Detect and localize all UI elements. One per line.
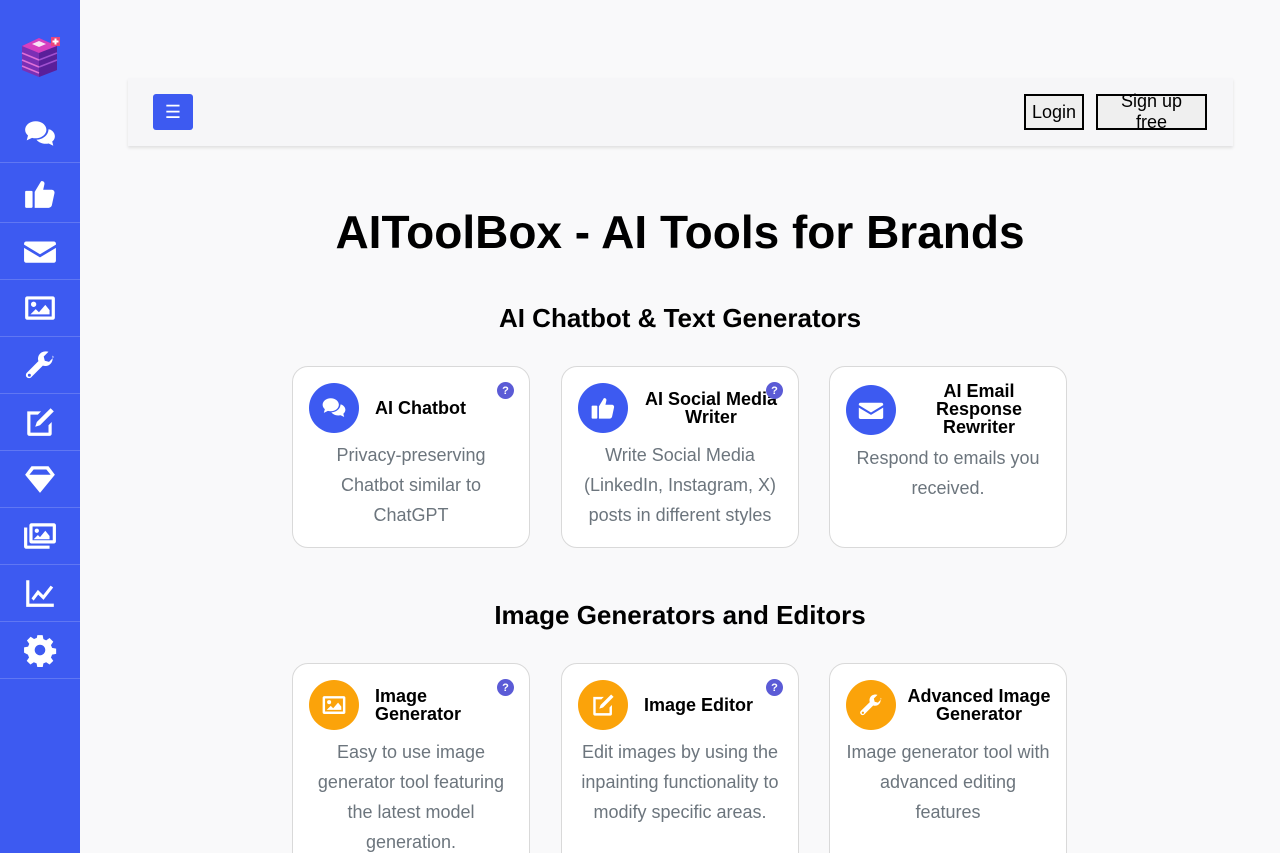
sidebar-item-image-editor[interactable] <box>0 394 80 451</box>
envelope-icon <box>23 234 57 268</box>
tool-card-advanced-image-generator[interactable]: Advanced Image Generator Image generator… <box>829 663 1067 853</box>
sidebar-item-chat[interactable] <box>0 106 80 163</box>
card-description: Easy to use image generator tool featuri… <box>317 742 505 852</box>
chat-icon <box>309 383 359 433</box>
help-icon[interactable]: ? <box>766 382 783 399</box>
login-button[interactable]: Login <box>1024 94 1084 130</box>
tool-card-image-generator[interactable]: Image Generator ? Easy to use image gene… <box>292 663 530 853</box>
section-title-image: Image Generators and Editors <box>494 600 866 630</box>
help-icon[interactable]: ? <box>497 679 514 696</box>
help-icon[interactable]: ? <box>766 679 783 696</box>
menu-toggle-button[interactable]: ☰ <box>153 94 193 130</box>
sidebar-item-gallery[interactable] <box>0 508 80 565</box>
wrench-icon <box>23 348 57 382</box>
sidebar-item-email[interactable] <box>0 223 80 280</box>
tool-card-email-rewriter[interactable]: AI Email Response Rewriter Respond to em… <box>829 366 1067 548</box>
sidebar-item-social[interactable] <box>0 166 80 223</box>
chat-icon <box>23 117 57 151</box>
chart-line-icon <box>23 576 57 610</box>
card-description: Write Social Media (LinkedIn, Instagram,… <box>583 445 777 525</box>
gem-icon <box>23 462 57 496</box>
card-description: Image generator tool with advanced editi… <box>846 742 1050 822</box>
card-title: Image Generator <box>375 686 462 724</box>
card-title: AI Email Response Rewriter <box>935 381 1023 437</box>
card-title: Advanced Image Generator <box>907 686 1051 724</box>
card-description: Privacy-preserving Chatbot similar to Ch… <box>336 445 486 525</box>
sidebar <box>0 0 80 853</box>
tool-card-image-editor[interactable]: Image Editor ? Edit images by using the … <box>561 663 799 853</box>
top-bar: ☰ Login Sign up free <box>128 78 1233 146</box>
envelope-icon <box>846 385 896 435</box>
hamburger-icon: ☰ <box>164 101 182 122</box>
section-title-text: AI Chatbot & Text Generators <box>498 303 862 333</box>
card-title: Image Editor <box>644 695 754 715</box>
image-icon <box>23 291 57 325</box>
sidebar-item-analytics[interactable] <box>0 565 80 622</box>
sidebar-item-tools[interactable] <box>0 337 80 394</box>
sidebar-item-image-generator[interactable] <box>0 280 80 337</box>
card-description: Edit images by using the inpainting func… <box>581 742 779 822</box>
sidebar-item-settings[interactable] <box>0 622 80 679</box>
wrench-icon <box>846 680 896 730</box>
tool-card-social-media-writer[interactable]: AI Social Media Writer ? Write Social Me… <box>561 366 799 548</box>
sidebar-item-premium[interactable] <box>0 451 80 508</box>
gear-icon <box>23 633 57 667</box>
card-title: AI Social Media Writer <box>644 389 778 427</box>
image-icon <box>309 680 359 730</box>
help-icon[interactable]: ? <box>497 382 514 399</box>
tool-card-ai-chatbot[interactable]: AI Chatbot ? Privacy-preserving Chatbot … <box>292 366 530 548</box>
thumbs-up-icon <box>23 177 57 211</box>
edit-icon <box>578 680 628 730</box>
signup-button[interactable]: Sign up free <box>1096 91 1207 132</box>
images-icon <box>23 519 57 553</box>
page-title: AIToolBox - AI Tools for Brands <box>335 206 1025 258</box>
edit-icon <box>23 405 57 439</box>
card-title: AI Chatbot <box>375 398 466 418</box>
card-description: Respond to emails you received. <box>856 448 1040 498</box>
cube-logo[interactable] <box>20 36 62 78</box>
thumbs-up-icon <box>578 383 628 433</box>
